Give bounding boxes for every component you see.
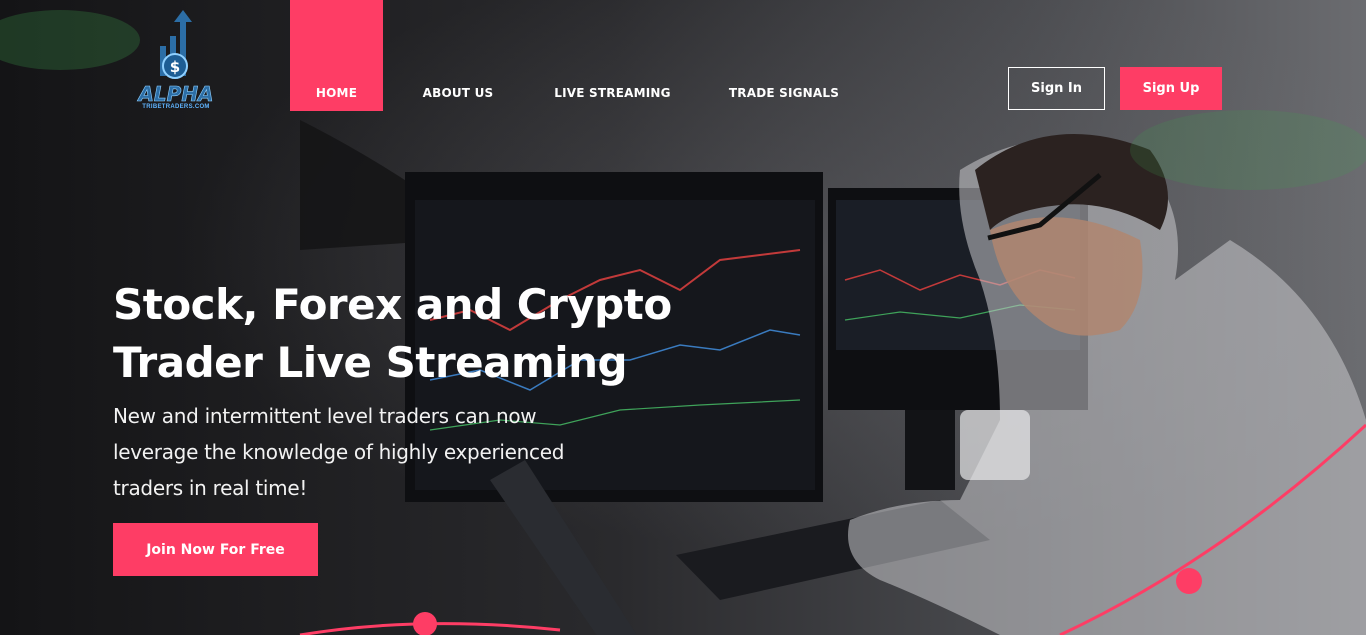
- logo-subtext: TRIBETRADERS.COM: [142, 104, 210, 110]
- hero-subtext-line1: New and intermittent level traders can n…: [113, 404, 537, 428]
- hero-headline: Stock, Forex and Crypto Trader Live Stre…: [113, 276, 733, 392]
- hero-subtext-line3: traders in real time!: [113, 476, 308, 500]
- svg-text:$: $: [170, 58, 180, 76]
- nav-item-home[interactable]: HOME: [290, 0, 383, 111]
- sign-in-button[interactable]: Sign In: [1008, 67, 1105, 110]
- nav-item-about-us[interactable]: ABOUT US: [408, 0, 508, 111]
- hero-subtext-line2: leverage the knowledge of highly experie…: [113, 440, 565, 464]
- sign-up-button[interactable]: Sign Up: [1120, 67, 1222, 110]
- hero-subtext: New and intermittent level traders can n…: [113, 398, 573, 506]
- hero-headline-line1: Stock, Forex and Crypto: [113, 280, 672, 329]
- nav-item-live-streaming[interactable]: LIVE STREAMING: [540, 0, 685, 111]
- hero-headline-line2: Trader Live Streaming: [113, 338, 628, 387]
- nav-item-trade-signals[interactable]: TRADE SIGNALS: [715, 0, 853, 111]
- logo-wordmark: ALPHA: [138, 82, 214, 106]
- join-now-button[interactable]: Join Now For Free: [113, 523, 318, 576]
